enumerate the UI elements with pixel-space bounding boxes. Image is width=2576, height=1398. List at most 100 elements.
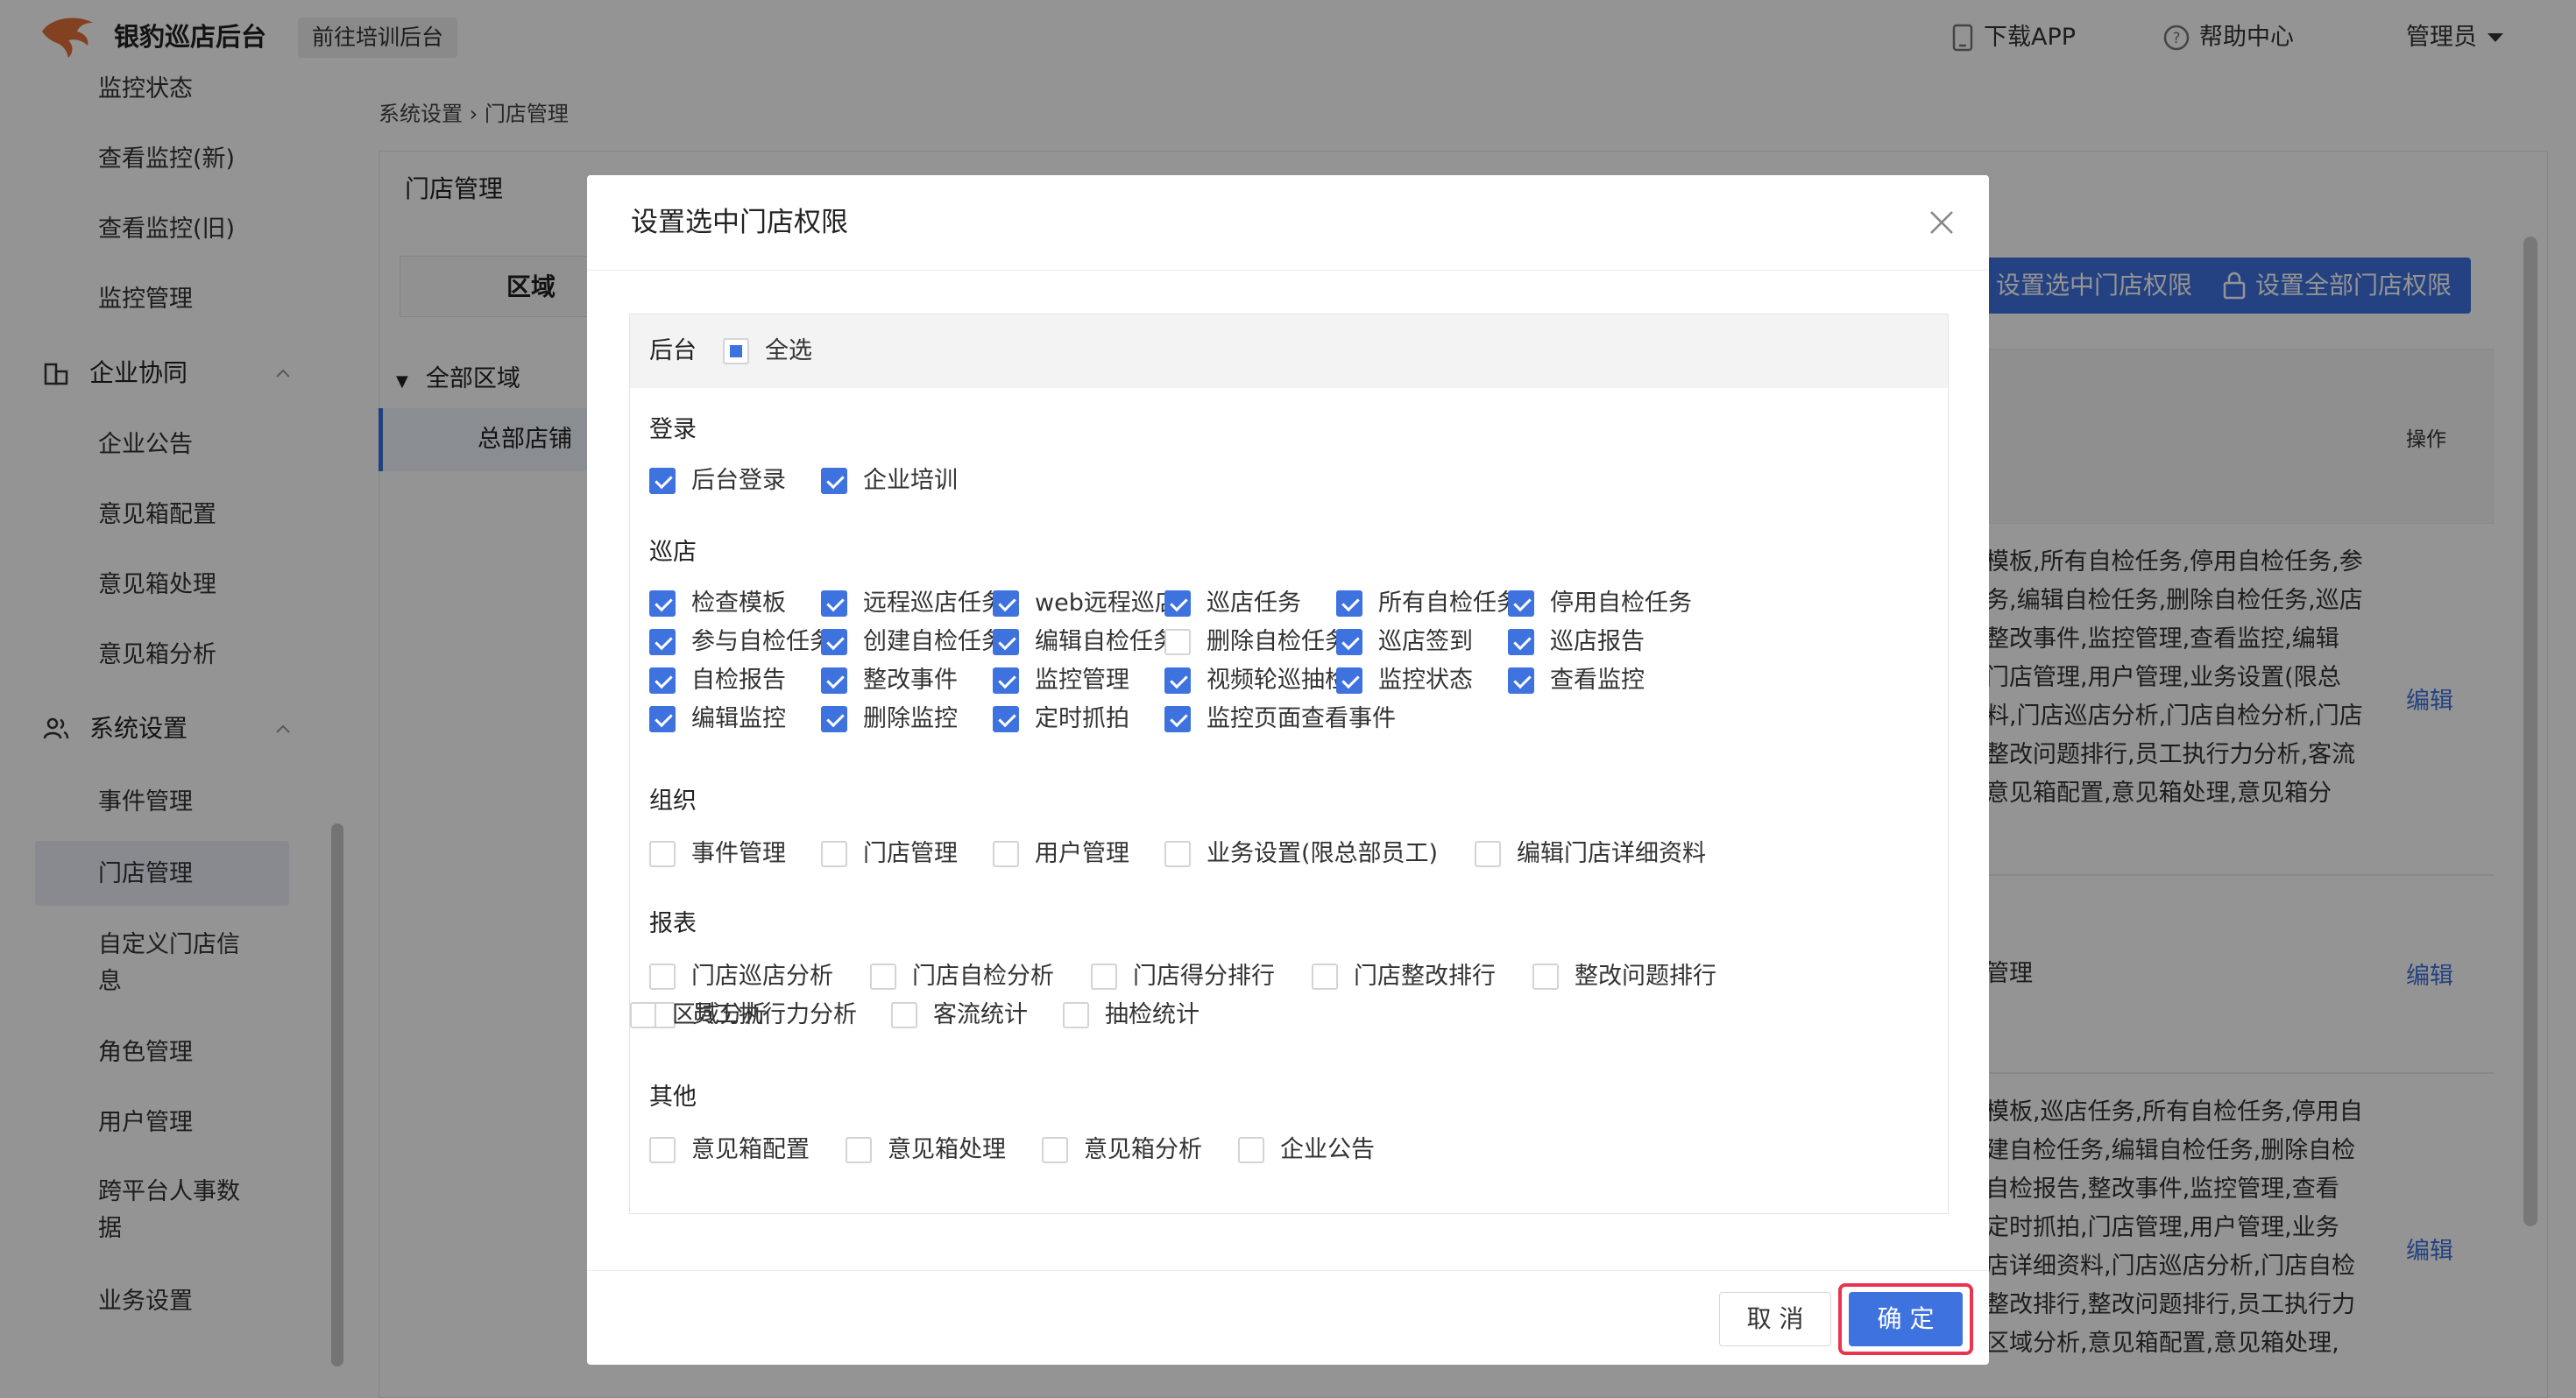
permission-checkbox[interactable]: 删除监控 — [821, 702, 958, 737]
permission-checkbox[interactable]: 编辑自检任务 — [993, 625, 1177, 660]
checkbox-checked — [993, 667, 1019, 694]
permission-checkbox[interactable]: 整改问题排行 — [1532, 959, 1716, 994]
permission-checkbox[interactable]: 抽检统计 — [1063, 998, 1200, 1033]
permission-checkbox[interactable]: 用户管理 — [993, 837, 1129, 872]
checkbox-checked — [649, 629, 676, 655]
checkbox-checked — [1164, 706, 1191, 732]
checkbox-checked — [1164, 590, 1191, 617]
section-heading: 巡店 — [649, 539, 697, 566]
permission-label: 整改问题排行 — [1575, 963, 1716, 990]
backend-label: 后台 — [649, 337, 697, 364]
checkbox-unchecked — [993, 841, 1019, 867]
close-icon[interactable] — [1926, 207, 1957, 238]
permission-label: 监控状态 — [1378, 667, 1473, 694]
permission-checkbox[interactable]: 意见箱配置 — [649, 1133, 810, 1168]
permission-checkbox[interactable]: 视频轮巡抽检 — [1164, 663, 1348, 698]
checkbox-checked — [649, 468, 676, 494]
permission-checkbox[interactable]: 编辑监控 — [649, 702, 786, 737]
permission-label: 门店巡店分析 — [691, 963, 833, 990]
permission-label: 企业公告 — [1280, 1136, 1375, 1163]
permission-panel: 后台 全选 登录 后台登录 企业培训 巡店 检查模板 远程巡店任务 web远程巡店 巡店任务 所… — [629, 314, 1949, 1214]
permission-checkbox[interactable]: 巡店签到 — [1336, 625, 1473, 660]
permission-label: 后台登录 — [691, 467, 786, 494]
checkbox-unchecked — [891, 1002, 917, 1028]
permission-checkbox[interactable]: 监控状态 — [1336, 663, 1473, 698]
permission-label: 门店得分排行 — [1133, 963, 1275, 990]
section-heading: 报表 — [649, 910, 697, 937]
permission-label: 定时抓拍 — [1035, 705, 1129, 732]
permission-label: 删除监控 — [863, 705, 958, 732]
permission-checkbox[interactable]: 查看监控 — [1508, 663, 1645, 698]
permission-checkbox[interactable]: 门店整改排行 — [1312, 959, 1496, 994]
permission-label: 意见箱分析 — [1084, 1136, 1202, 1163]
permission-checkbox[interactable]: 定时抓拍 — [993, 702, 1129, 737]
permission-checkbox[interactable]: 检查模板 — [649, 586, 786, 621]
checkbox-checked — [821, 590, 847, 617]
permission-label: 客流统计 — [933, 1001, 1028, 1028]
permission-checkbox[interactable]: 参与自检任务 — [649, 625, 833, 660]
permission-label: 门店管理 — [863, 840, 958, 867]
permission-checkbox[interactable]: 后台登录 — [649, 463, 786, 498]
checkbox-unchecked — [821, 841, 847, 867]
permission-label: 监控页面查看事件 — [1207, 705, 1396, 732]
permission-modal: 设置选中门店权限 后台 全选 登录 后台登录 企业培训 巡店 检查模板 远程巡店任务 web… — [587, 175, 1989, 1365]
permission-checkbox[interactable]: 自检报告 — [649, 663, 786, 698]
permission-checkbox[interactable]: 门店自检分析 — [870, 959, 1054, 994]
permission-checkbox[interactable]: 区域分析 — [630, 998, 767, 1033]
permission-checkbox[interactable]: 远程巡店任务 — [821, 586, 1005, 621]
checkbox-unchecked — [1164, 629, 1191, 655]
permission-checkbox[interactable]: 企业公告 — [1238, 1133, 1375, 1168]
permission-checkbox[interactable]: web远程巡店 — [993, 586, 1178, 621]
permission-checkbox[interactable]: 意见箱分析 — [1042, 1133, 1202, 1168]
permission-checkbox[interactable]: 巡店报告 — [1508, 625, 1645, 660]
permission-checkbox[interactable]: 意见箱处理 — [846, 1133, 1006, 1168]
checkbox-checked — [1336, 667, 1362, 694]
permission-checkbox[interactable]: 门店管理 — [821, 837, 958, 872]
section-heading: 其他 — [649, 1084, 697, 1111]
permission-checkbox[interactable]: 整改事件 — [821, 663, 958, 698]
checkbox-checked — [821, 706, 847, 732]
permission-checkbox[interactable]: 企业培训 — [821, 463, 958, 498]
checkbox-unchecked — [649, 964, 676, 990]
checkbox-unchecked — [870, 964, 896, 990]
modal-footer-divider — [587, 1270, 1989, 1271]
permission-label: 查看监控 — [1550, 667, 1645, 694]
permission-label: 门店自检分析 — [912, 963, 1054, 990]
checkbox-unchecked — [1042, 1137, 1068, 1163]
permission-label: 编辑门店详细资料 — [1517, 840, 1706, 867]
permission-checkbox[interactable]: 监控页面查看事件 — [1164, 702, 1396, 737]
checkbox-checked — [1508, 590, 1534, 617]
select-all-label: 全选 — [765, 337, 812, 364]
permission-checkbox[interactable]: 创建自检任务 — [821, 625, 1005, 660]
permission-label: 参与自检任务 — [691, 628, 833, 655]
permission-checkbox[interactable]: 客流统计 — [891, 998, 1028, 1033]
checkbox-unchecked — [1475, 841, 1501, 867]
checkbox-checked — [993, 706, 1019, 732]
permission-label: 门店整改排行 — [1354, 963, 1496, 990]
permission-checkbox[interactable]: 所有自检任务 — [1336, 586, 1520, 621]
permission-checkbox[interactable]: 监控管理 — [993, 663, 1129, 698]
permission-checkbox[interactable]: 编辑门店详细资料 — [1475, 837, 1706, 872]
confirm-button[interactable]: 确 定 — [1849, 1292, 1963, 1346]
checkbox-checked — [1336, 629, 1362, 655]
permission-checkbox[interactable]: 停用自检任务 — [1508, 586, 1692, 621]
permission-label: 抽检统计 — [1105, 1001, 1200, 1028]
permission-label: 用户管理 — [1035, 840, 1129, 867]
select-all-checkbox[interactable]: 全选 — [723, 334, 812, 369]
permission-label: 意见箱配置 — [691, 1136, 810, 1163]
permission-checkbox[interactable]: 门店巡店分析 — [649, 959, 833, 994]
checkbox-unchecked — [1091, 964, 1117, 990]
permission-label: 意见箱处理 — [888, 1136, 1006, 1163]
permission-label: 远程巡店任务 — [863, 590, 1005, 617]
permission-checkbox[interactable]: 删除自检任务 — [1164, 625, 1348, 660]
permission-label: 区域分析 — [672, 1001, 767, 1028]
permission-checkbox[interactable]: 事件管理 — [649, 837, 786, 872]
checkbox-checked — [649, 590, 676, 617]
checkbox-checked — [821, 468, 847, 494]
cancel-button[interactable]: 取 消 — [1719, 1292, 1831, 1346]
permission-label: 整改事件 — [863, 667, 958, 694]
permission-checkbox[interactable]: 门店得分排行 — [1091, 959, 1275, 994]
permission-checkbox[interactable]: 业务设置(限总部员工) — [1164, 837, 1438, 872]
checkbox-checked — [649, 706, 676, 732]
permission-checkbox[interactable]: 巡店任务 — [1164, 586, 1301, 621]
